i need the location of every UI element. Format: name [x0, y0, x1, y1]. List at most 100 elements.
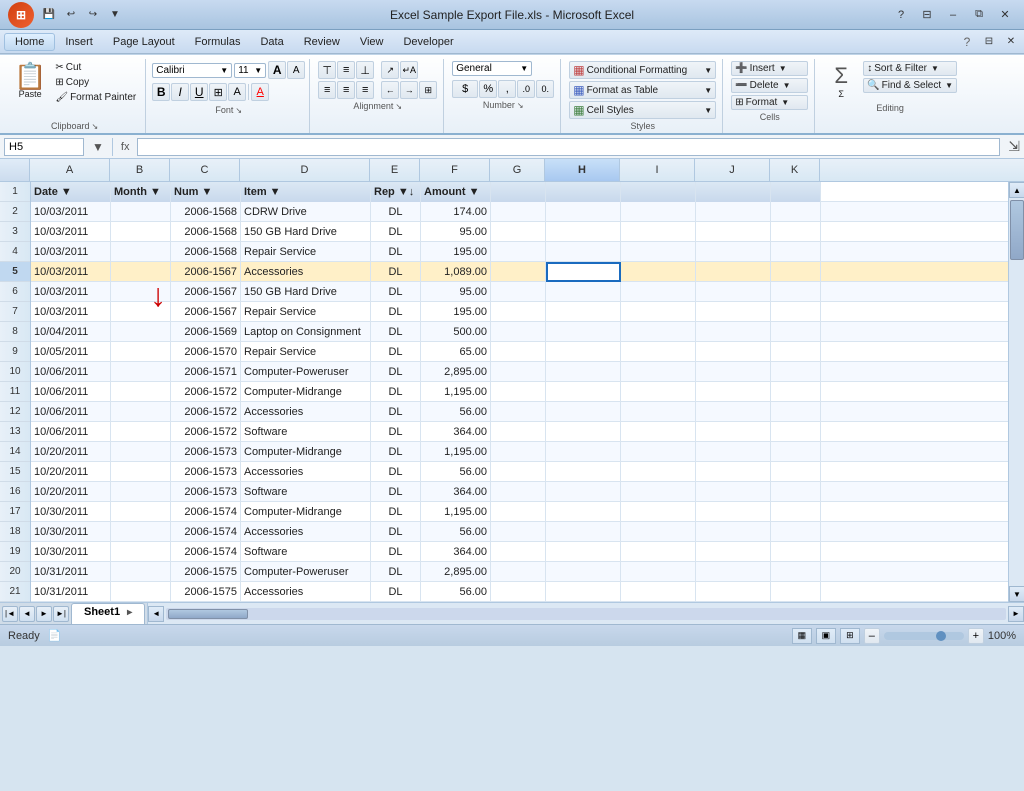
alignment-expand-icon[interactable]: ↘	[395, 102, 402, 111]
cell-C11[interactable]: 2006-1572	[171, 382, 241, 402]
cell-G19[interactable]	[491, 542, 546, 562]
cell-K15[interactable]	[771, 462, 821, 482]
cell-K14[interactable]	[771, 442, 821, 462]
comma-button[interactable]: ,	[498, 80, 516, 98]
cell-K1[interactable]	[771, 182, 821, 202]
find-select-button[interactable]: 🔍 Find & Select ▼	[863, 78, 957, 93]
align-top-button[interactable]: ⊤	[318, 61, 336, 79]
cell-F7[interactable]: 195.00	[421, 302, 491, 322]
cell-A9[interactable]: 10/05/2011	[31, 342, 111, 362]
menu-review[interactable]: Review	[294, 34, 350, 50]
cell-D17[interactable]: Computer-Midrange	[241, 502, 371, 522]
cell-C1[interactable]: Num ▼	[171, 182, 241, 202]
cell-C21[interactable]: 2006-1575	[171, 582, 241, 602]
align-bottom-button[interactable]: ⊥	[356, 61, 374, 79]
font-name-combo[interactable]: Calibri ▼	[152, 63, 232, 78]
cell-K17[interactable]	[771, 502, 821, 522]
cell-K8[interactable]	[771, 322, 821, 342]
close-app-icon[interactable]: ✕	[1002, 33, 1020, 51]
cell-H16[interactable]	[546, 482, 621, 502]
scroll-track-h[interactable]	[166, 608, 1006, 620]
cell-I18[interactable]	[621, 522, 696, 542]
font-expand-icon[interactable]: ↘	[235, 106, 242, 115]
cell-E17[interactable]: DL	[371, 502, 421, 522]
menu-page-layout[interactable]: Page Layout	[103, 34, 185, 50]
cell-B11[interactable]	[111, 382, 171, 402]
cell-I20[interactable]	[621, 562, 696, 582]
cell-G6[interactable]	[491, 282, 546, 302]
font-grow-button[interactable]: A	[268, 61, 286, 79]
row-header-16[interactable]: 16	[0, 482, 30, 502]
cell-F18[interactable]: 56.00	[421, 522, 491, 542]
cell-H12[interactable]	[546, 402, 621, 422]
sheet-nav-next[interactable]: ►	[36, 606, 52, 622]
cell-J6[interactable]	[696, 282, 771, 302]
cell-F6[interactable]: 95.00	[421, 282, 491, 302]
cell-H7[interactable]	[546, 302, 621, 322]
row-header-21[interactable]: 21	[0, 582, 30, 602]
cell-B8[interactable]	[111, 322, 171, 342]
cell-F19[interactable]: 364.00	[421, 542, 491, 562]
cell-B18[interactable]	[111, 522, 171, 542]
cell-C18[interactable]: 2006-1574	[171, 522, 241, 542]
cell-H6[interactable]	[546, 282, 621, 302]
clipboard-expand-icon[interactable]: ↘	[92, 122, 99, 131]
font-size-combo[interactable]: 11 ▼	[234, 63, 266, 78]
fill-color-button[interactable]: A	[228, 83, 246, 101]
col-header-e[interactable]: E	[370, 159, 420, 181]
cell-B9[interactable]	[111, 342, 171, 362]
row-header-18[interactable]: 18	[0, 522, 30, 542]
underline-button[interactable]: U	[190, 83, 208, 101]
cell-H8[interactable]	[546, 322, 621, 342]
cell-E12[interactable]: DL	[371, 402, 421, 422]
align-center-button[interactable]: ≡	[337, 81, 355, 99]
cell-D6[interactable]: 150 GB Hard Drive	[241, 282, 371, 302]
col-header-k[interactable]: K	[770, 159, 820, 181]
sheet-nav-first[interactable]: |◄	[2, 606, 18, 622]
cell-H1[interactable]	[546, 182, 621, 202]
cell-A12[interactable]: 10/06/2011	[31, 402, 111, 422]
cell-H21[interactable]	[546, 582, 621, 602]
align-middle-button[interactable]: ≡	[337, 61, 355, 79]
find-dropdown[interactable]: ▼	[945, 81, 953, 90]
cell-F13[interactable]: 364.00	[421, 422, 491, 442]
delete-dropdown[interactable]: ▼	[783, 81, 791, 90]
cell-J18[interactable]	[696, 522, 771, 542]
font-name-dropdown[interactable]: ▼	[220, 66, 228, 75]
row-header-5[interactable]: 5	[0, 262, 30, 282]
cell-A20[interactable]: 10/31/2011	[31, 562, 111, 582]
indent-right-button[interactable]: →	[400, 81, 418, 99]
cell-J10[interactable]	[696, 362, 771, 382]
cell-G7[interactable]	[491, 302, 546, 322]
row-header-14[interactable]: 14	[0, 442, 30, 462]
cell-E18[interactable]: DL	[371, 522, 421, 542]
cell-H4[interactable]	[546, 242, 621, 262]
cell-A7[interactable]: 10/03/2011	[31, 302, 111, 322]
cell-C10[interactable]: 2006-1571	[171, 362, 241, 382]
name-box-dropdown[interactable]: ▼	[88, 140, 108, 154]
cell-I13[interactable]	[621, 422, 696, 442]
menu-home[interactable]: Home	[4, 33, 55, 51]
sheet-nav-last[interactable]: ►|	[53, 606, 69, 622]
cell-styles-dropdown[interactable]: ▼	[704, 106, 712, 115]
cell-C8[interactable]: 2006-1569	[171, 322, 241, 342]
format-as-table-button[interactable]: ▦ Format as Table ▼	[569, 81, 716, 99]
row-header-12[interactable]: 12	[0, 402, 30, 422]
cell-A11[interactable]: 10/06/2011	[31, 382, 111, 402]
cell-F11[interactable]: 1,195.00	[421, 382, 491, 402]
cell-A4[interactable]: 10/03/2011	[31, 242, 111, 262]
menu-view[interactable]: View	[350, 34, 394, 50]
cell-J15[interactable]	[696, 462, 771, 482]
help-icon[interactable]: ?	[958, 33, 976, 51]
cell-H11[interactable]	[546, 382, 621, 402]
redo-button[interactable]: ↪	[84, 6, 102, 24]
undo-button[interactable]: ↩	[62, 6, 80, 24]
cell-A2[interactable]: 10/03/2011	[31, 202, 111, 222]
cell-G12[interactable]	[491, 402, 546, 422]
conditional-formatting-button[interactable]: ▦ Conditional Formatting ▼	[569, 61, 716, 79]
cell-F10[interactable]: 2,895.00	[421, 362, 491, 382]
cell-I14[interactable]	[621, 442, 696, 462]
cell-C16[interactable]: 2006-1573	[171, 482, 241, 502]
cell-D11[interactable]: Computer-Midrange	[241, 382, 371, 402]
cell-F8[interactable]: 500.00	[421, 322, 491, 342]
